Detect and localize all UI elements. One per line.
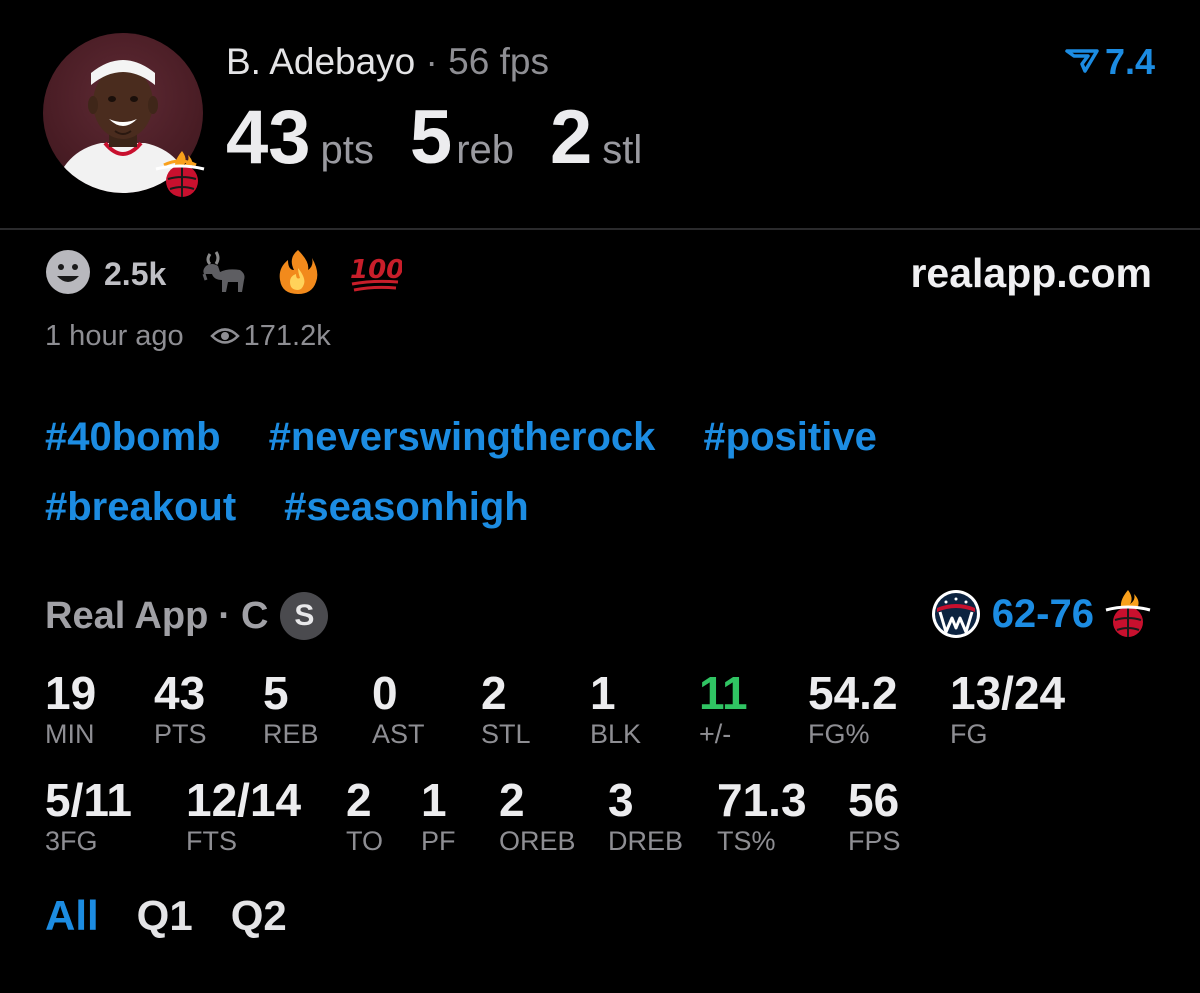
stat-plus-minus: 11 +/-: [699, 668, 748, 750]
stat-label: REB: [263, 719, 319, 749]
goat-icon[interactable]: [198, 248, 248, 301]
fantasy-points: 56 fps: [448, 41, 549, 82]
stat-label: TO: [346, 826, 384, 856]
score-text: 62-76: [991, 592, 1094, 636]
stat-label: MIN: [45, 719, 95, 749]
hashtag[interactable]: #positive: [703, 412, 876, 462]
player-rating[interactable]: 7.4: [1065, 40, 1155, 84]
stat-value: 5/11: [45, 774, 132, 826]
stat-value: 2: [499, 774, 525, 826]
hashtag[interactable]: #40bomb: [45, 412, 221, 462]
stat-value: 43: [154, 667, 206, 719]
stat-value: 71.3: [717, 774, 807, 826]
site-link[interactable]: realapp.com: [910, 248, 1152, 298]
stat-label: FTS: [186, 826, 237, 856]
headline-stats: 43 pts 5 reb 2 stl: [226, 96, 678, 180]
stat-reb: 5 REB: [263, 668, 319, 750]
player-position: C: [240, 595, 269, 637]
stat-fg-pct: 54.2 FG%: [808, 668, 898, 750]
player-name[interactable]: B. Adebayo: [226, 41, 415, 82]
player-header-line: B. Adebayo · 56 fps: [226, 40, 549, 84]
stat-pf: 1 PF: [421, 775, 456, 857]
game-score[interactable]: 62-76: [930, 588, 1152, 640]
stat-blk: 1 BLK: [590, 668, 641, 750]
separator: ·: [425, 41, 438, 82]
headline-stl-unit: stl: [602, 128, 643, 172]
headline-reb-unit: reb: [456, 128, 514, 172]
stat-source[interactable]: Real App · C S: [45, 592, 329, 640]
headline-pts-value: 43: [226, 95, 311, 180]
stat-value: 11: [699, 667, 748, 719]
hundred-icon[interactable]: 100: [348, 250, 405, 299]
stat-label: FG: [950, 719, 988, 749]
headline-pts-unit: pts: [320, 128, 374, 172]
stat-dreb: 3 DREB: [608, 775, 683, 857]
separator: ·: [218, 595, 231, 637]
hashtag-row: #40bomb #neverswingtherock #positive: [45, 412, 877, 462]
stat-value: 1: [421, 774, 447, 826]
stat-fg: 13/24 FG: [950, 668, 1065, 750]
hashtag-row: #breakout #seasonhigh: [45, 482, 529, 532]
headline-reb-value: 5: [409, 95, 453, 180]
stat-label: DREB: [608, 826, 684, 856]
stat-value: 56: [848, 774, 900, 826]
wizards-logo-icon: [930, 588, 982, 640]
stat-oreb: 2 OREB: [499, 775, 576, 857]
stat-label: FG%: [808, 719, 870, 749]
stat-label: 3FG: [45, 826, 98, 856]
tab-q2[interactable]: Q2: [231, 890, 287, 942]
starter-badge: S: [280, 592, 329, 640]
stat-label: OREB: [499, 826, 576, 856]
stat-label: +/-: [699, 719, 732, 749]
fire-icon[interactable]: [276, 248, 320, 301]
stat-value: 19: [45, 667, 97, 719]
post-meta: 1 hour ago 171.2k: [45, 318, 331, 354]
view-count: 171.2k: [243, 320, 331, 352]
tab-all[interactable]: All: [45, 890, 99, 942]
stat-value: 2: [481, 667, 507, 719]
stat-value: 3: [608, 774, 634, 826]
stat-ts-pct: 71.3 TS%: [717, 775, 807, 857]
heat-logo-icon: [150, 145, 210, 205]
stat-label: FPS: [848, 826, 901, 856]
stat-stl: 2 STL: [481, 668, 531, 750]
divider: [0, 228, 1200, 230]
stat-value: 13/24: [950, 667, 1066, 719]
stat-value: 1: [590, 667, 616, 719]
stat-ast: 0 AST: [372, 668, 425, 750]
period-tabs: All Q1 Q2: [45, 890, 287, 942]
hashtag[interactable]: #neverswingtherock: [269, 412, 656, 462]
headline-stl-value: 2: [550, 95, 593, 180]
tab-q1[interactable]: Q1: [137, 890, 193, 942]
stat-min: 19 MIN: [45, 668, 96, 750]
stat-label: TS%: [717, 826, 776, 856]
stat-label: AST: [372, 719, 425, 749]
reactions-bar: 2.5k 100: [44, 248, 405, 301]
stat-fts: 12/14 FTS: [186, 775, 301, 857]
reaction-count[interactable]: 2.5k: [104, 256, 166, 293]
heat-logo-icon: [1104, 588, 1152, 640]
stat-value: 0: [372, 667, 398, 719]
stat-label: STL: [481, 719, 531, 749]
stat-value: 12/14: [186, 774, 302, 826]
stat-value: 54.2: [808, 667, 898, 719]
post-time: 1 hour ago: [45, 320, 184, 352]
rating-value: 7.4: [1104, 41, 1155, 82]
stat-value: 5: [263, 667, 289, 719]
hashtag[interactable]: #seasonhigh: [284, 482, 529, 532]
hashtag[interactable]: #breakout: [45, 482, 236, 532]
smiley-icon[interactable]: [44, 248, 92, 301]
stat-label: PTS: [154, 719, 207, 749]
stat-label: BLK: [590, 719, 642, 749]
eye-icon: [209, 325, 240, 347]
stat-to: 2 TO: [346, 775, 383, 857]
stat-value: 2: [346, 774, 372, 826]
rating-chevron-icon: [1065, 40, 1099, 84]
stat-3fg: 5/11 3FG: [45, 775, 132, 857]
stat-pts: 43 PTS: [154, 668, 207, 750]
stat-fps: 56 FPS: [848, 775, 901, 857]
stat-label: PF: [421, 826, 456, 856]
source-name: Real App: [45, 595, 209, 637]
